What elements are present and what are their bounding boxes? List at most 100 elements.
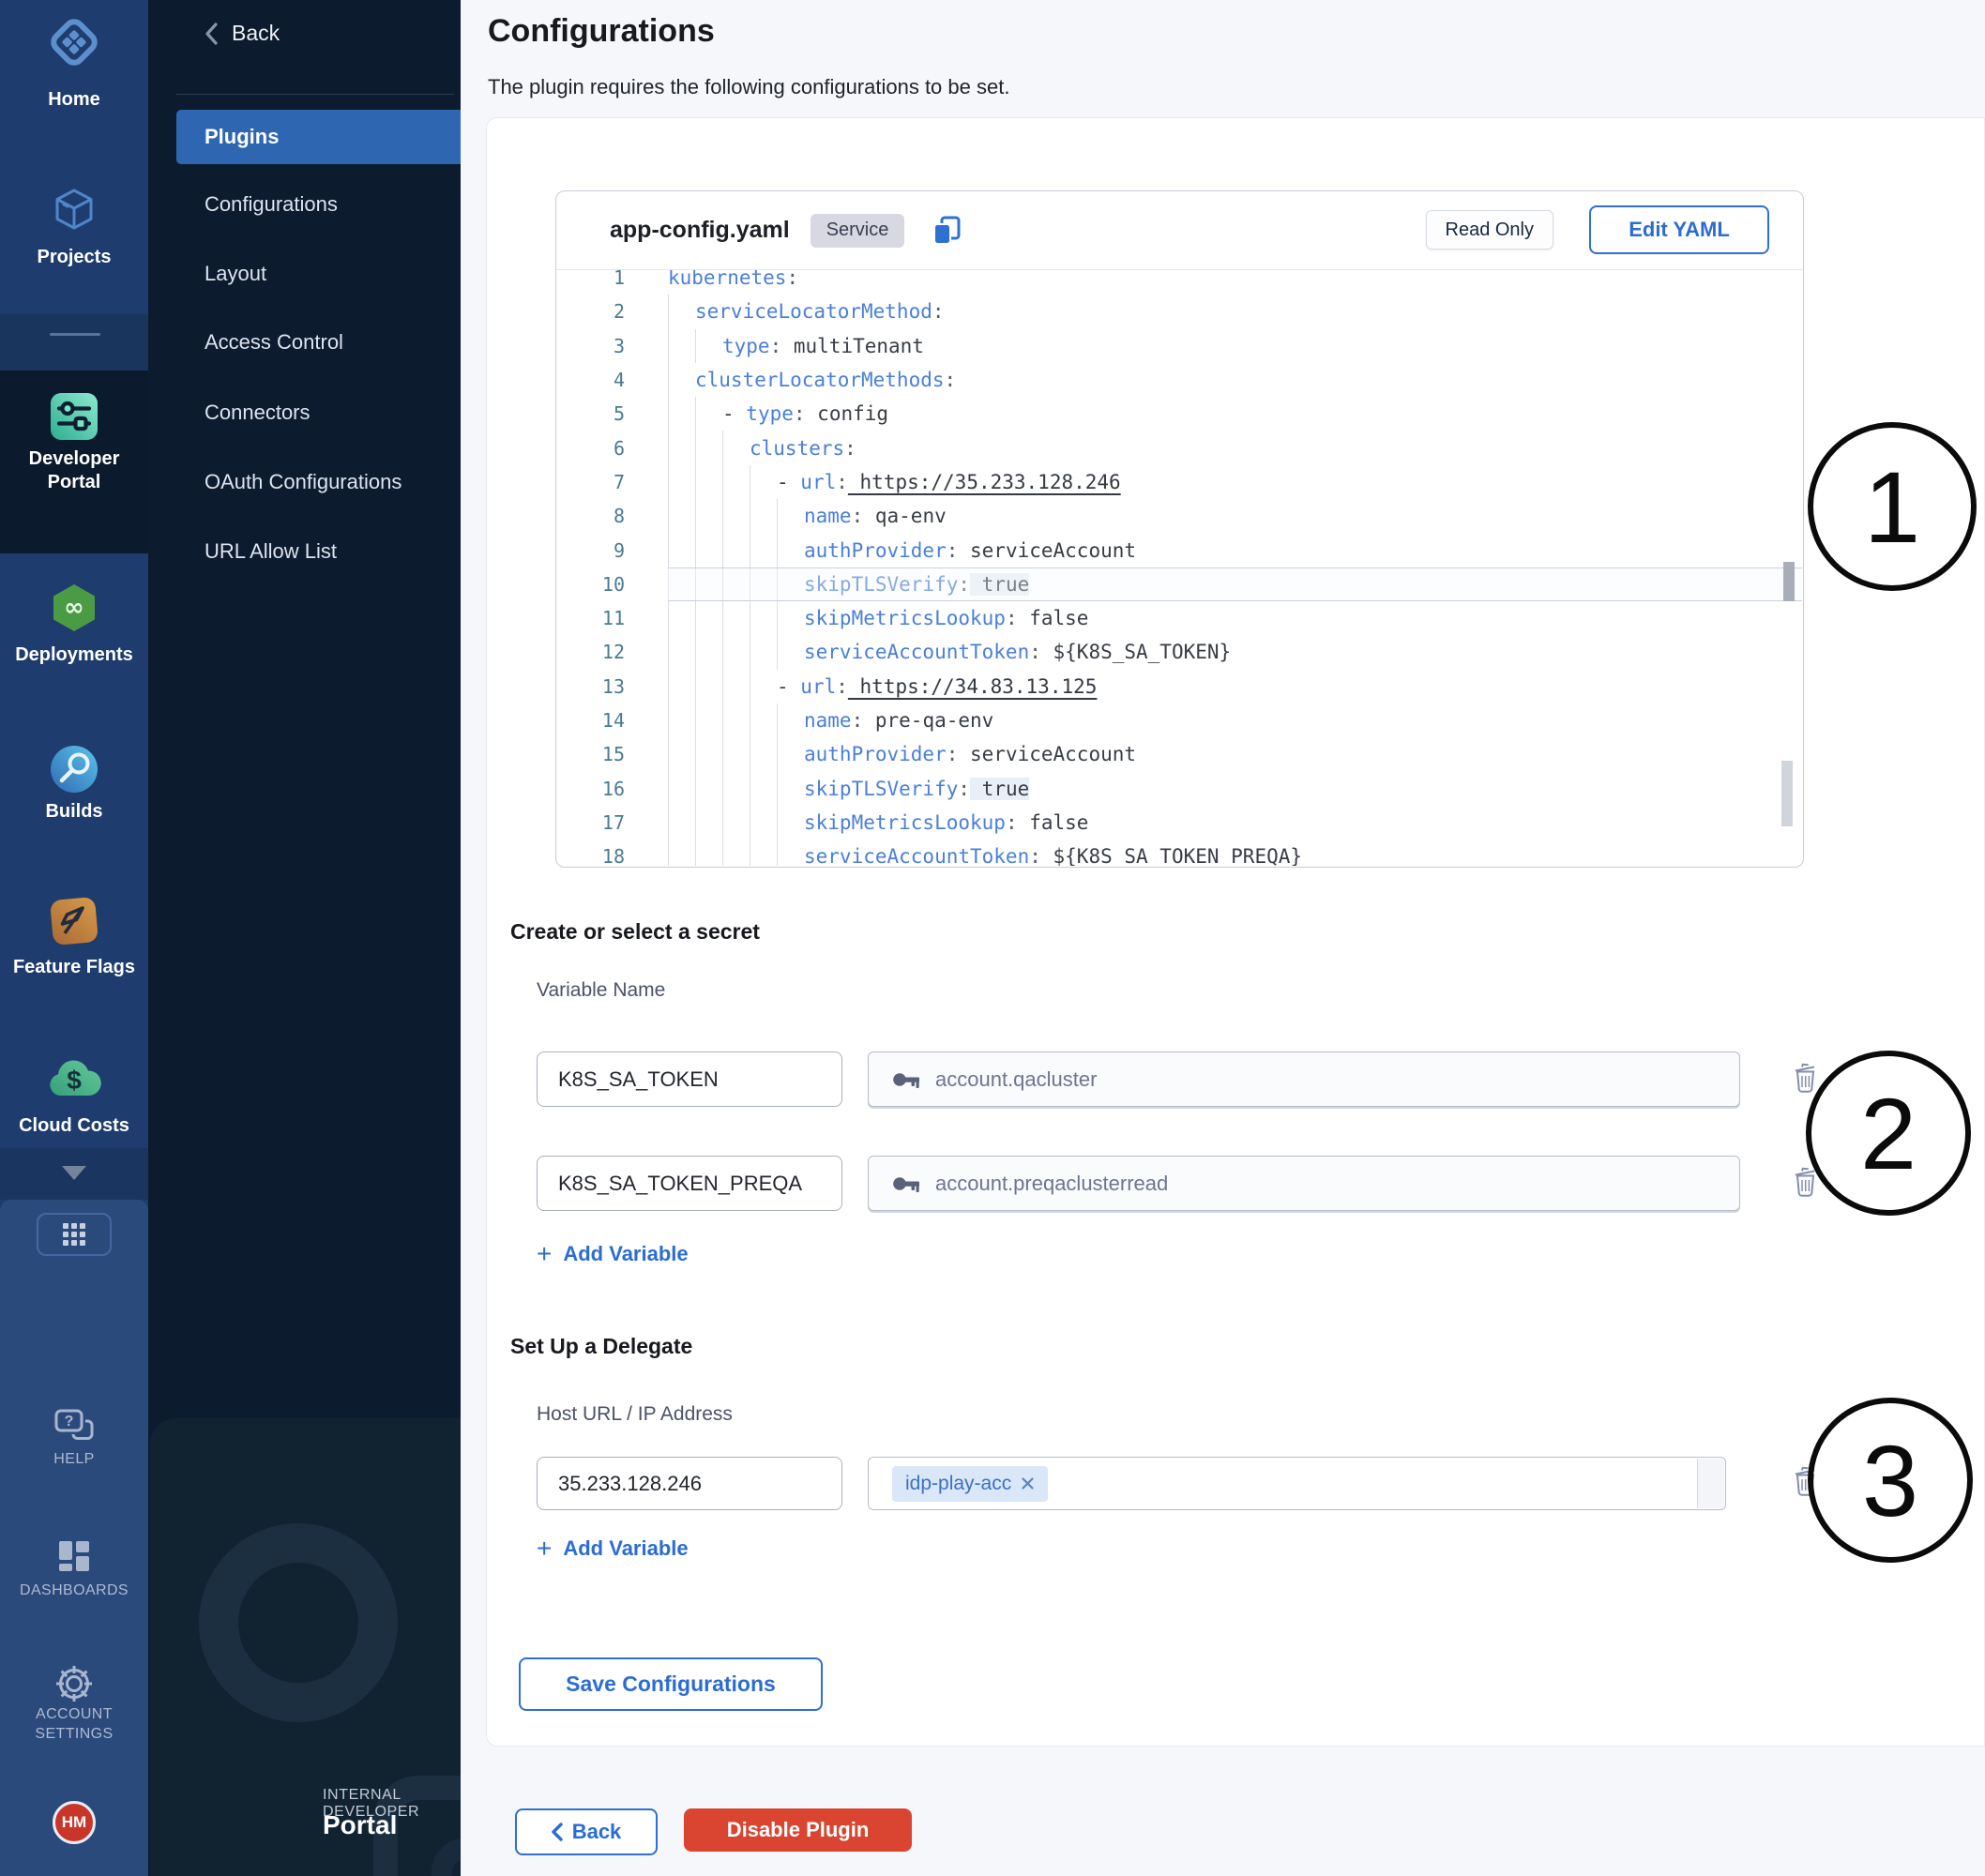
yaml-line-7: 7- url: https://35.233.128.246: [557, 465, 1802, 499]
indent-guide: [668, 670, 695, 704]
add-variable-label: Add Variable: [563, 1536, 688, 1561]
indent-guide: [750, 771, 777, 805]
variable-name-input[interactable]: [537, 1156, 842, 1211]
rail-item-label: HELP: [0, 1447, 148, 1471]
yaml-key: authProvider: [804, 539, 947, 562]
svg-text:∞: ∞: [64, 594, 84, 622]
yaml-code-viewport[interactable]: 1kubernetes:2serviceLocatorMethod:3type:…: [557, 270, 1802, 866]
yaml-value: false: [1018, 607, 1089, 629]
indent-guide: [668, 635, 695, 669]
close-icon[interactable]: [1021, 1476, 1035, 1490]
indent-guide: [722, 806, 750, 840]
indent-guide: [750, 499, 777, 533]
yaml-line-12: 12serviceAccountToken: ${K8S_SA_TOKEN}: [557, 635, 1802, 669]
rail-item-builds[interactable]: [0, 743, 148, 795]
yaml-line-13: 13- url: https://34.83.13.125: [557, 670, 1802, 704]
annotation-circle-2: 2: [1806, 1051, 1971, 1216]
line-number: 14: [557, 709, 625, 732]
sidebar-back-button[interactable]: Back: [205, 21, 280, 46]
chevron-down-icon[interactable]: [62, 1166, 86, 1180]
secret-select-field[interactable]: account.qacluster: [868, 1051, 1740, 1107]
yaml-line-8: 8name: qa-env: [557, 499, 1802, 533]
line-number: 16: [557, 778, 625, 800]
code-scrollbar-thumb-secondary[interactable]: [1781, 761, 1793, 826]
page-subtitle: The plugin requires the following config…: [488, 75, 1009, 99]
yaml-line-17: 17skipMetricsLookup: false: [557, 806, 1802, 840]
rail-item-label: ACCOUNT SETTINGS: [0, 1704, 148, 1744]
edit-yaml-button[interactable]: Edit YAML: [1589, 205, 1769, 254]
host-url-input[interactable]: [537, 1457, 842, 1510]
delegate-section-heading: Set Up a Delegate: [510, 1334, 692, 1359]
indent-guide: [695, 533, 722, 567]
line-number: 15: [557, 743, 625, 765]
yaml-line-1: 1kubernetes:: [557, 270, 1802, 295]
sidebar-item-configurations[interactable]: Configurations: [148, 177, 461, 232]
read-only-button[interactable]: Read Only: [1426, 210, 1554, 250]
rail-item-help[interactable]: ?: [0, 1407, 148, 1446]
disable-plugin-button[interactable]: Disable Plugin: [684, 1808, 912, 1852]
rail-item-developer-portal[interactable]: [0, 390, 148, 443]
line-number: 4: [557, 369, 625, 391]
sidebar-item-connectors[interactable]: Connectors: [148, 386, 461, 440]
indent-guide: [668, 431, 695, 464]
rail-item-deployments[interactable]: ∞: [0, 582, 148, 634]
decor-ring: [199, 1523, 398, 1722]
indent-guide: [668, 465, 695, 499]
indent-guide: [777, 737, 804, 771]
yaml-line-9: 9authProvider: serviceAccount: [557, 533, 1802, 567]
indent-guide: [722, 840, 750, 866]
sidebar-item-oauth-configurations[interactable]: OAuth Configurations: [148, 455, 461, 509]
chevron-left-icon: [205, 23, 219, 45]
rail-item-label: Developer Portal: [0, 447, 148, 494]
variable-name-input[interactable]: [537, 1051, 842, 1107]
indent-guide: [750, 806, 777, 840]
add-variable-link-delegate[interactable]: + Add Variable: [537, 1536, 689, 1561]
yaml-key: name: [804, 709, 852, 732]
code-scrollbar-thumb[interactable]: [1783, 562, 1795, 601]
indent-guide: [777, 704, 804, 737]
indent-guide: [668, 499, 695, 533]
dashboards-icon: [0, 1536, 148, 1576]
yaml-key: serviceAccountToken: [804, 845, 1029, 866]
sidebar-item-url-allow-list[interactable]: URL Allow List: [148, 524, 461, 579]
module-grid-button[interactable]: [37, 1213, 112, 1256]
yaml-value[interactable]: https://35.233.128.246: [848, 471, 1121, 493]
indent-guide: [777, 635, 804, 669]
delegate-tag-chip[interactable]: idp-play-acc: [892, 1466, 1048, 1502]
line-number: 12: [557, 641, 625, 663]
line-number: 11: [557, 607, 625, 629]
host-url-column-label: Host URL / IP Address: [537, 1403, 733, 1426]
indent-guide: [750, 567, 777, 601]
indent-guide: [750, 670, 777, 704]
rail-item-feature-flags[interactable]: [0, 895, 148, 947]
back-button[interactable]: Back: [515, 1808, 658, 1855]
deployments-icon: ∞: [0, 582, 148, 634]
rail-item-home[interactable]: [0, 15, 148, 69]
add-variable-label: Add Variable: [563, 1242, 688, 1266]
user-avatar[interactable]: HM: [53, 1801, 96, 1844]
sidebar-item-layout[interactable]: Layout: [148, 247, 461, 301]
indent-guide: [695, 840, 722, 866]
rail-item-cloud-costs[interactable]: $: [0, 1056, 148, 1099]
rail-item-projects[interactable]: [0, 184, 148, 234]
indent-guide: [668, 704, 695, 737]
yaml-key: skipTLSVerify: [804, 573, 958, 596]
app-root: HomeProjectsDeveloper Portal∞Deployments…: [0, 0, 1985, 1876]
save-configurations-button[interactable]: Save Configurations: [519, 1657, 823, 1711]
secret-select-field[interactable]: account.preqaclusterread: [868, 1156, 1740, 1211]
yaml-value[interactable]: https://34.83.13.125: [848, 675, 1098, 698]
projects-cube-icon: [0, 184, 148, 234]
sidebar-item-plugins[interactable]: Plugins: [176, 110, 461, 164]
delegate-tags-field[interactable]: idp-play-acc: [868, 1457, 1726, 1510]
harness-logo-icon: [0, 15, 148, 69]
indent-guide: [722, 431, 750, 464]
indent-guide: [777, 499, 804, 533]
rail-item-dashboards[interactable]: [0, 1536, 148, 1576]
add-variable-link-secrets[interactable]: + Add Variable: [537, 1242, 689, 1266]
sidebar-item-access-control[interactable]: Access Control: [148, 315, 461, 370]
secret-variable-row: account.preqaclusterread: [537, 1156, 1985, 1212]
rail-item-account-settings[interactable]: [0, 1662, 148, 1705]
copy-yaml-button[interactable]: [931, 215, 962, 247]
feature-flags-icon: [0, 895, 148, 947]
indent-guide: [695, 601, 722, 635]
